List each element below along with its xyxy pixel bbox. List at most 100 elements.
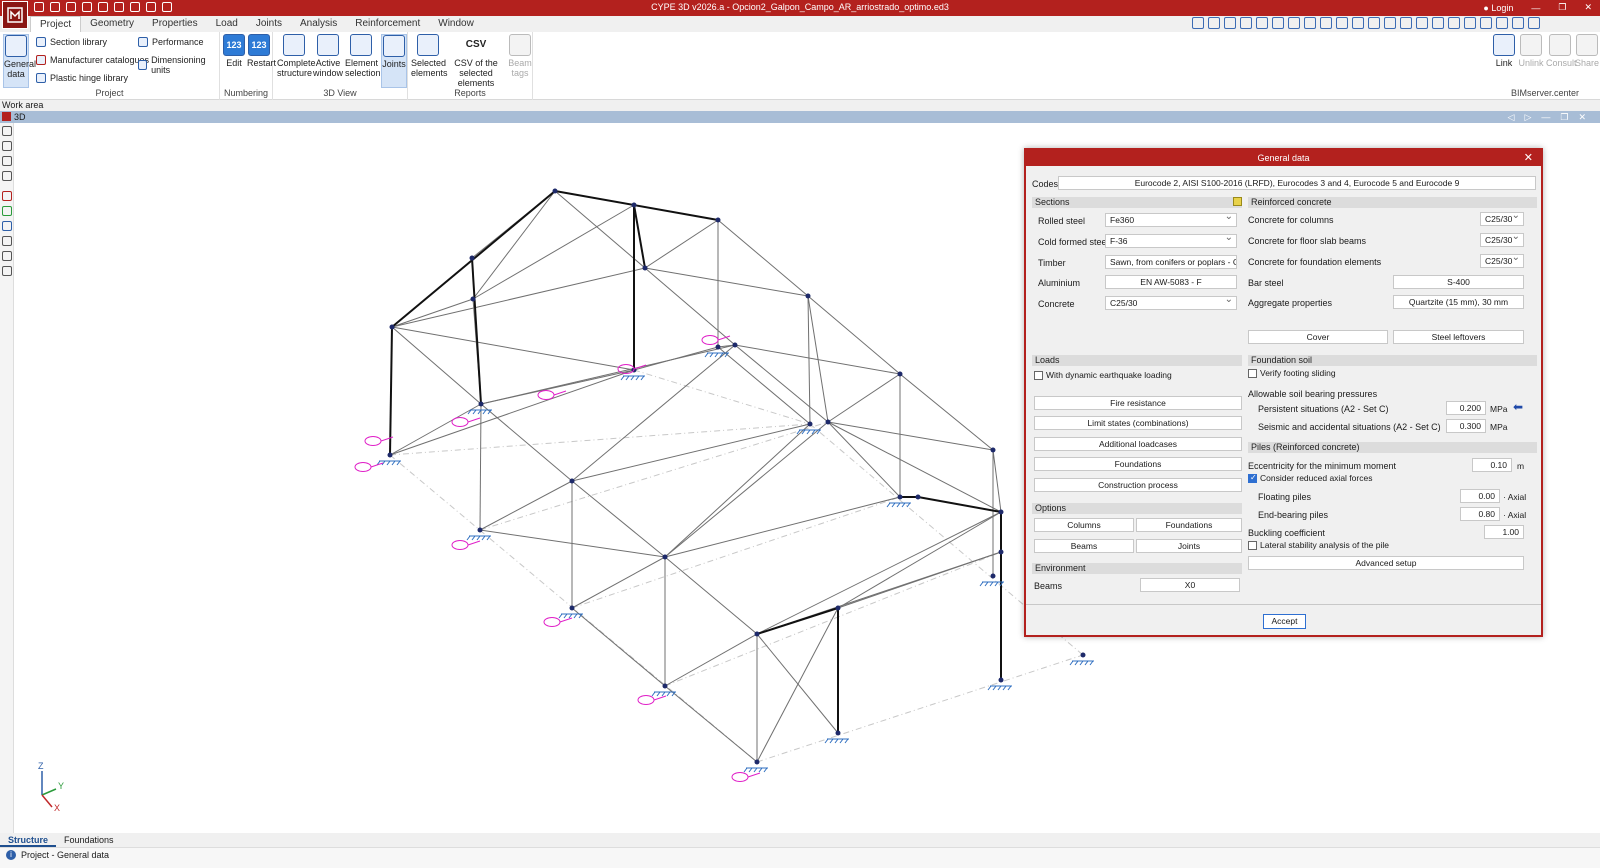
node[interactable]	[805, 293, 811, 299]
clear-icon[interactable]	[1448, 17, 1460, 29]
node[interactable]	[754, 631, 760, 637]
bar[interactable]	[827, 373, 901, 423]
node[interactable]	[807, 421, 813, 427]
fit-icon[interactable]	[1336, 17, 1348, 29]
node[interactable]	[642, 265, 648, 271]
rotate-icon[interactable]	[1256, 17, 1268, 29]
node[interactable]	[715, 344, 721, 350]
concrete-select[interactable]: C25/30	[1105, 296, 1237, 310]
tab-structure[interactable]: Structure	[0, 833, 57, 847]
lateral-stability-checkbox[interactable]: Lateral stability analysis of the pile	[1248, 540, 1389, 550]
bar[interactable]	[391, 298, 474, 328]
aggregate-field[interactable]: Quartzite (15 mm), 30 mm	[1393, 295, 1524, 309]
node[interactable]	[470, 296, 476, 302]
zoom-window-icon[interactable]	[1224, 17, 1236, 29]
node[interactable]	[552, 188, 558, 194]
active-window-button[interactable]: Active window	[313, 34, 343, 78]
bar[interactable]	[391, 267, 646, 328]
consult-button[interactable]: Consult	[1546, 34, 1577, 68]
tab-load[interactable]: Load	[207, 16, 247, 32]
dynamic-earthquake-checkbox[interactable]: With dynamic earthquake loading	[1034, 370, 1172, 380]
element-selection-button[interactable]: Element selection	[345, 34, 381, 78]
floating-piles-field[interactable]: 0.00	[1460, 489, 1500, 503]
bar[interactable]	[480, 403, 573, 482]
cold-formed-select[interactable]: F-36	[1105, 234, 1237, 248]
zoom-out-icon[interactable]	[1272, 17, 1284, 29]
close-icon[interactable]: ✕	[1584, 2, 1592, 13]
bar[interactable]	[644, 267, 736, 346]
box-icon[interactable]	[2, 141, 12, 151]
tab-project[interactable]: Project	[30, 16, 82, 32]
eccentricity-field[interactable]: 0.10	[1472, 458, 1512, 472]
bar[interactable]	[389, 403, 482, 456]
general-data-button[interactable]: General data	[3, 34, 36, 88]
close-view-icon[interactable]: ✕	[1578, 111, 1586, 123]
restore-view-icon[interactable]: ❐	[1560, 111, 1568, 123]
layer-icon[interactable]	[1368, 17, 1380, 29]
bar[interactable]	[827, 421, 901, 498]
tab-analysis[interactable]: Analysis	[291, 16, 346, 32]
column-bar[interactable]	[633, 204, 646, 269]
unlink-button[interactable]: Unlink	[1518, 34, 1544, 68]
bar[interactable]	[807, 295, 901, 375]
link-button[interactable]: Link	[1492, 34, 1516, 68]
manufacturer-catalogues-button[interactable]: Manufacturer catalogues	[36, 55, 149, 65]
bar[interactable]	[391, 326, 635, 371]
limit-states-button[interactable]: Limit states (combinations)	[1034, 416, 1242, 430]
options-joints-button[interactable]: Joints	[1136, 539, 1242, 553]
bar[interactable]	[664, 423, 811, 558]
red-tool-icon[interactable]	[2, 191, 12, 201]
tab-foundations[interactable]: Foundations	[56, 833, 122, 847]
eye-icon[interactable]	[2, 156, 12, 166]
layers-icon[interactable]	[2, 171, 12, 181]
bar[interactable]	[827, 421, 994, 451]
bar[interactable]	[664, 556, 758, 635]
app-logo-icon[interactable]	[2, 1, 28, 29]
additional-loadcases-button[interactable]: Additional loadcases	[1034, 437, 1242, 451]
options-beams-button[interactable]: Beams	[1034, 539, 1134, 553]
green-tool-icon[interactable]	[2, 206, 12, 216]
bar[interactable]	[664, 685, 758, 763]
column-bar[interactable]	[917, 496, 1002, 513]
node[interactable]	[990, 573, 996, 579]
reduced-axial-checkbox[interactable]: Consider reduced axial forces	[1248, 473, 1372, 483]
bar[interactable]	[899, 373, 994, 451]
performance-button[interactable]: Performance	[138, 37, 204, 47]
section-icon[interactable]	[1352, 17, 1364, 29]
node[interactable]	[897, 371, 903, 377]
node[interactable]	[569, 605, 575, 611]
persistent-field[interactable]: 0.200	[1446, 401, 1486, 415]
login-button[interactable]: ● Login	[1483, 3, 1513, 13]
zoom-in-icon[interactable]	[1240, 17, 1252, 29]
tab-geometry[interactable]: Geometry	[81, 16, 143, 32]
tab-properties[interactable]: Properties	[143, 16, 207, 32]
node[interactable]	[387, 452, 393, 458]
bar-steel-field[interactable]: S-400	[1393, 275, 1524, 289]
grid-icon[interactable]	[1480, 17, 1492, 29]
bar[interactable]	[664, 421, 829, 558]
node[interactable]	[835, 605, 841, 611]
tab-joints[interactable]: Joints	[247, 16, 291, 32]
foundation-elements-select[interactable]: C25/30	[1480, 254, 1524, 268]
view-tab-3d[interactable]: 3D	[14, 111, 26, 123]
share-button[interactable]: Share	[1575, 34, 1599, 68]
timber-field[interactable]: Sawn, from conifers or poplars - C24	[1105, 255, 1237, 269]
maximize-icon[interactable]: ❐	[1558, 2, 1566, 13]
bar[interactable]	[571, 556, 666, 609]
bar[interactable]	[992, 449, 1002, 513]
blue-tool-icon[interactable]	[2, 221, 12, 231]
cube-tool-icon[interactable]	[2, 236, 12, 246]
bar[interactable]	[571, 344, 736, 482]
bar[interactable]	[644, 267, 809, 297]
bar[interactable]	[664, 496, 901, 558]
bar[interactable]	[717, 346, 811, 425]
pan-icon[interactable]	[1288, 17, 1300, 29]
dialog-close-icon[interactable]: ✕	[1524, 150, 1533, 166]
selected-elements-button[interactable]: Selected elements	[411, 34, 448, 78]
bar[interactable]	[734, 344, 829, 423]
options-foundations-button[interactable]: Foundations	[1136, 518, 1242, 532]
fire-resistance-button[interactable]: Fire resistance	[1034, 396, 1242, 410]
node[interactable]	[1080, 652, 1086, 658]
bar[interactable]	[389, 369, 635, 456]
beam-tags-button[interactable]: Beam tags	[508, 34, 532, 78]
